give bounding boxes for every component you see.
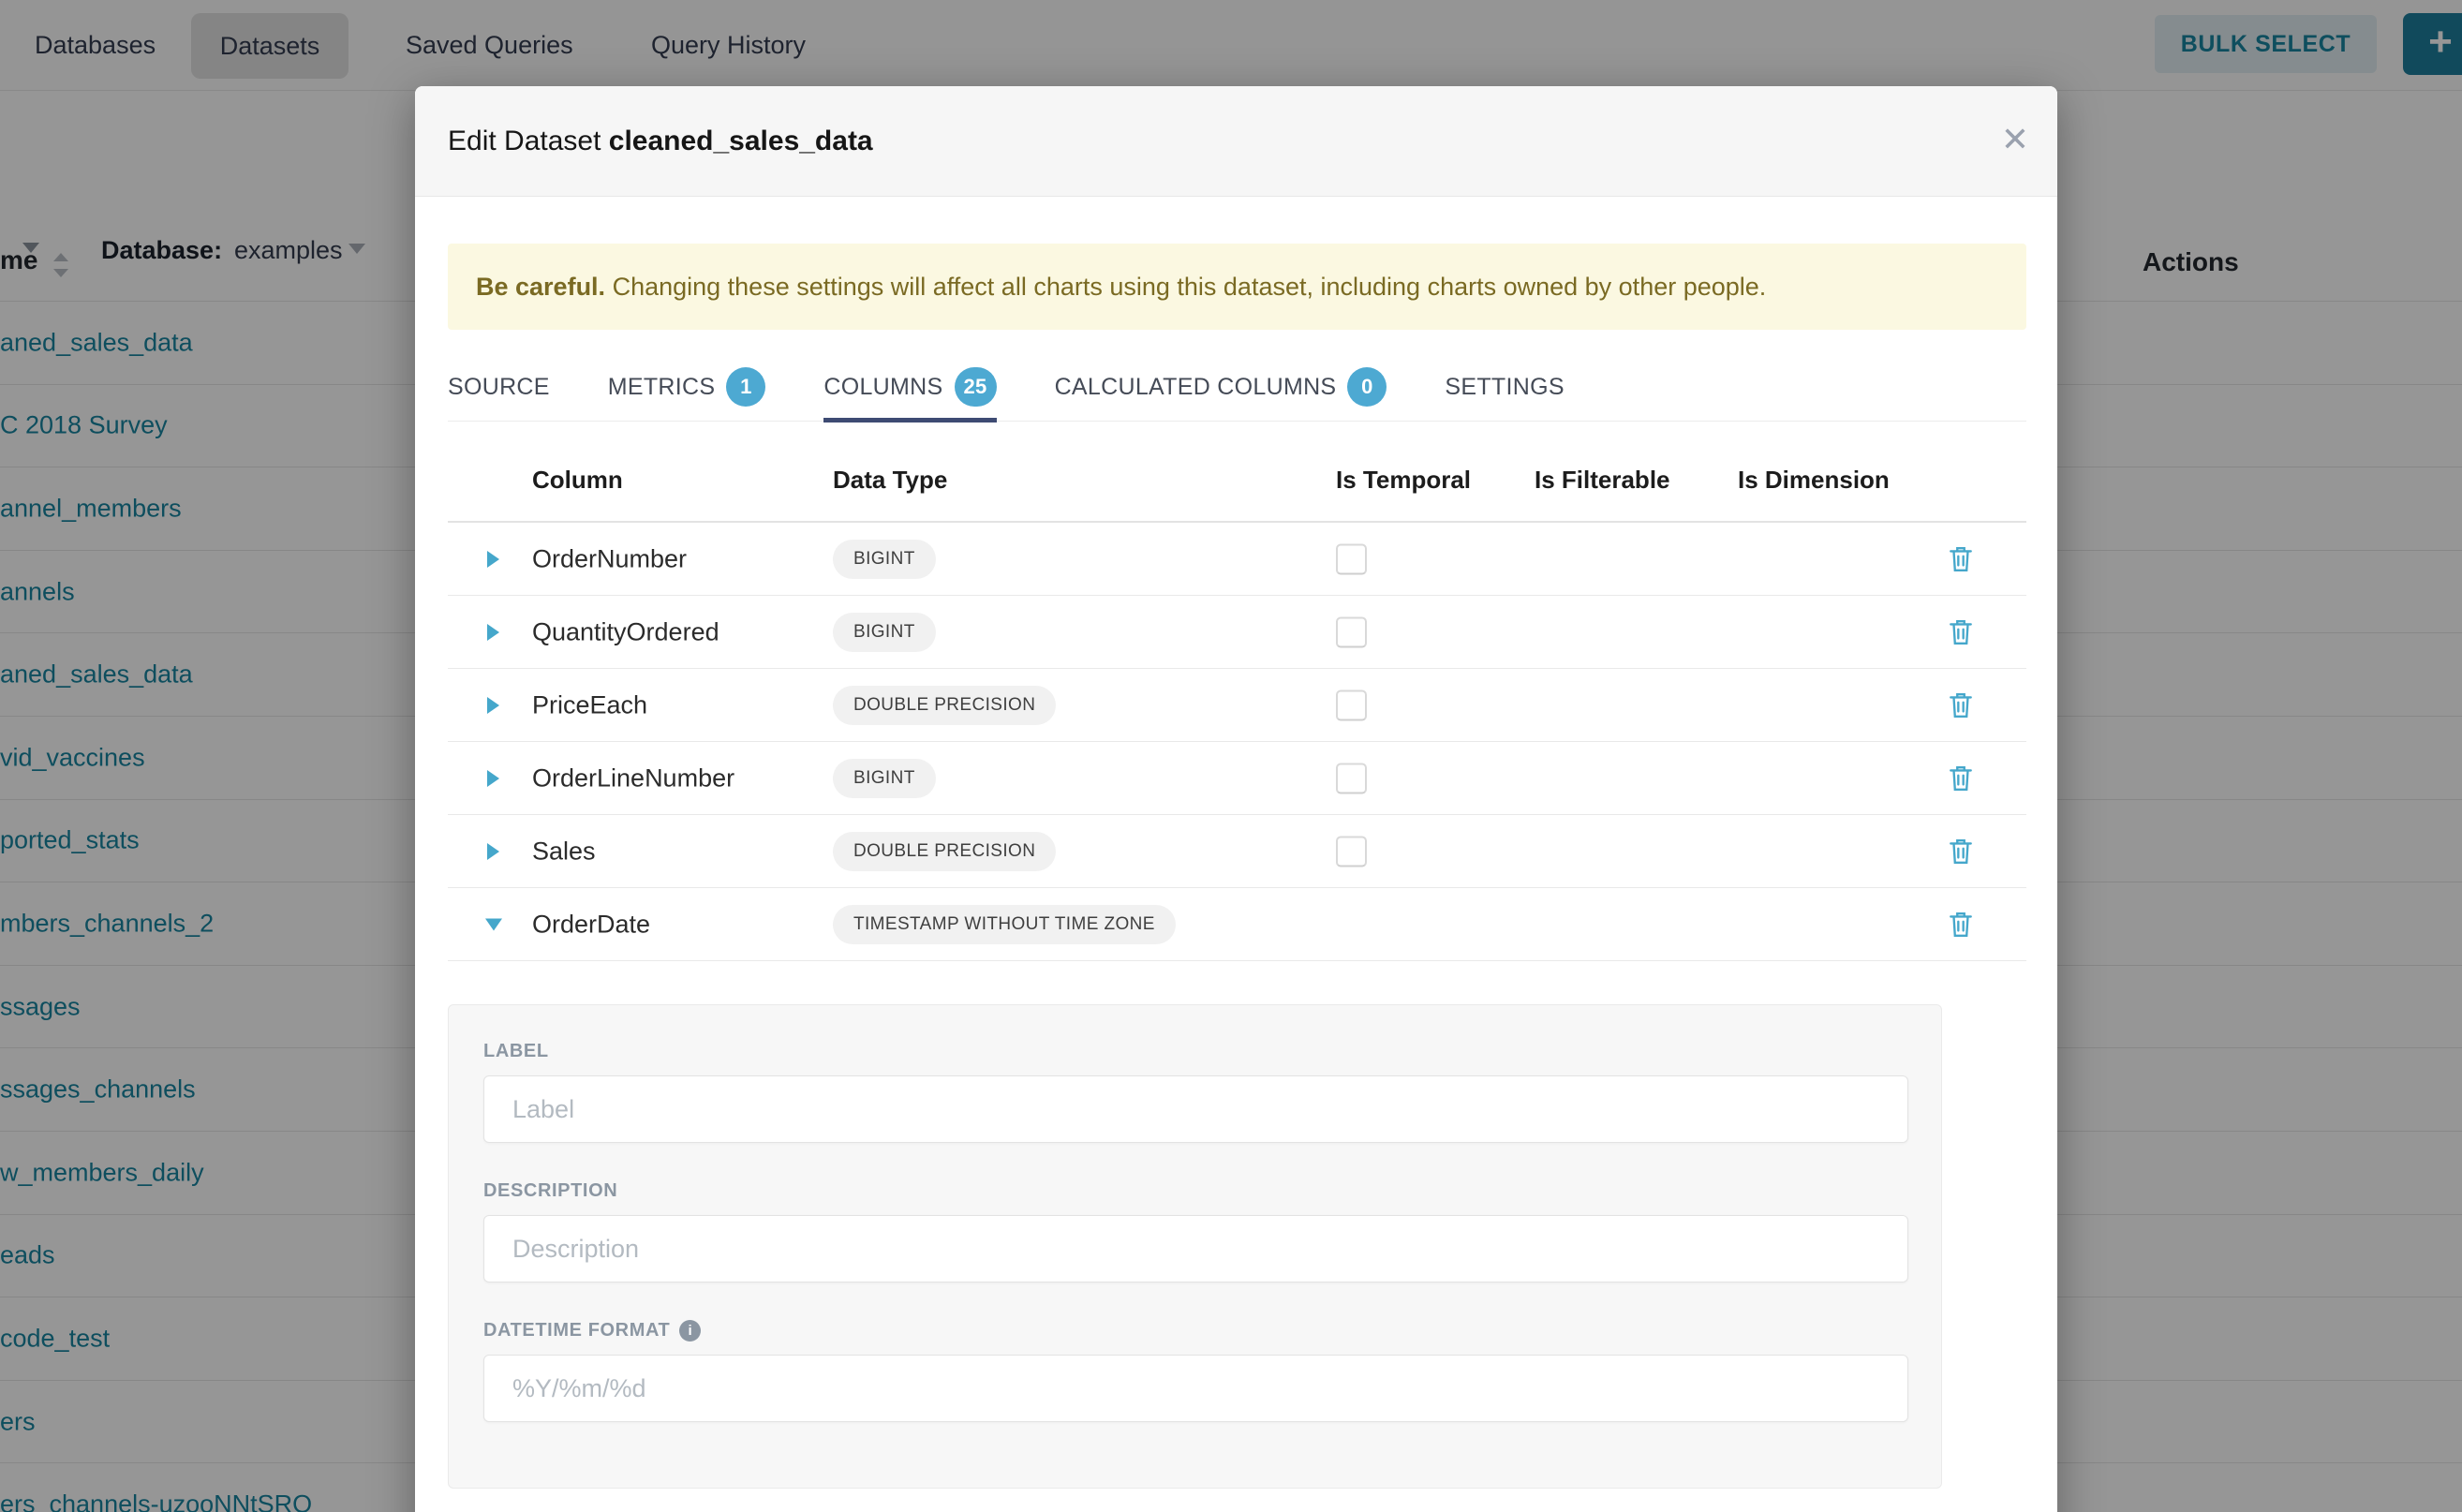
column-name: Sales	[532, 837, 596, 866]
column-row: Sales DOUBLE PRECISION	[448, 815, 2026, 888]
column-name: QuantityOrdered	[532, 617, 719, 646]
column-row-expanded: OrderDate TIMESTAMP WITHOUT TIME ZONE	[448, 888, 2026, 961]
expand-caret-icon[interactable]	[487, 697, 499, 714]
expand-caret-icon[interactable]	[487, 624, 499, 641]
expand-caret-icon[interactable]	[487, 770, 499, 787]
tab-columns[interactable]: COLUMNS 25	[823, 353, 996, 422]
modal-title-dataset: cleaned_sales_data	[609, 126, 873, 156]
modal-header: Edit Dataset cleaned_sales_data ✕	[415, 86, 2057, 197]
warning-bold: Be careful.	[476, 273, 605, 301]
data-type-pill: DOUBLE PRECISION	[833, 686, 1056, 725]
label-text: DESCRIPTION	[483, 1180, 617, 1202]
header-column: Column	[532, 466, 623, 495]
column-name: PriceEach	[532, 690, 647, 719]
is-temporal-checkbox[interactable]	[1336, 616, 1367, 647]
tab-label: SETTINGS	[1445, 374, 1564, 401]
column-row: PriceEach DOUBLE PRECISION	[448, 669, 2026, 742]
is-temporal-checkbox[interactable]	[1336, 543, 1367, 574]
warning-text: Changing these settings will affect all …	[605, 273, 1766, 301]
column-name: OrderDate	[532, 910, 650, 939]
data-type-pill: BIGINT	[833, 759, 936, 798]
collapse-caret-icon[interactable]	[485, 918, 502, 930]
header-is-dimension: Is Dimension	[1738, 466, 1890, 495]
header-data-type: Data Type	[833, 466, 947, 495]
description-input[interactable]	[483, 1215, 1908, 1282]
modal-title-prefix: Edit Dataset	[448, 126, 609, 156]
warning-banner: Be careful. Changing these settings will…	[448, 244, 2026, 330]
tab-label: CALCULATED COLUMNS	[1055, 374, 1337, 401]
data-type-pill: DOUBLE PRECISION	[833, 832, 1056, 871]
tab-source[interactable]: SOURCE	[448, 353, 550, 422]
app-screen: Databases Datasets Saved Queries Query H…	[0, 0, 2462, 1512]
column-row: OrderLineNumber BIGINT	[448, 742, 2026, 815]
column-editor-panel: LABEL DESCRIPTION DATETIME FORMAT i	[448, 1004, 1942, 1489]
modal-tabs: SOURCE METRICS 1 COLUMNS 25 CALCULATED COL…	[448, 353, 2026, 422]
info-icon[interactable]: i	[679, 1320, 701, 1342]
tab-calculated-columns[interactable]: CALCULATED COLUMNS 0	[1055, 353, 1387, 422]
delete-icon[interactable]	[1949, 691, 1973, 719]
tab-settings[interactable]: SETTINGS	[1445, 353, 1564, 422]
tab-label: SOURCE	[448, 374, 550, 401]
column-row: QuantityOrdered BIGINT	[448, 596, 2026, 669]
label-field-label: LABEL	[483, 1041, 1906, 1062]
expand-caret-icon[interactable]	[487, 843, 499, 860]
data-type-pill: BIGINT	[833, 540, 936, 579]
count-badge: 0	[1347, 367, 1387, 407]
columns-table: Column Data Type Is Temporal Is Filterab…	[448, 422, 2026, 961]
modal-title: Edit Dataset cleaned_sales_data	[448, 86, 873, 197]
close-icon[interactable]: ✕	[2001, 86, 2029, 197]
is-temporal-checkbox[interactable]	[1336, 689, 1367, 720]
label-input[interactable]	[483, 1075, 1908, 1143]
expand-caret-icon[interactable]	[487, 551, 499, 568]
delete-icon[interactable]	[1949, 911, 1973, 939]
columns-table-header: Column Data Type Is Temporal Is Filterab…	[448, 422, 2026, 523]
label-text: DATETIME FORMAT	[483, 1320, 670, 1342]
datetime-format-field-label: DATETIME FORMAT i	[483, 1320, 1906, 1342]
description-field-label: DESCRIPTION	[483, 1180, 1906, 1202]
tab-metrics[interactable]: METRICS 1	[608, 353, 766, 422]
column-name: OrderNumber	[532, 544, 687, 573]
delete-icon[interactable]	[1949, 838, 1973, 866]
column-row: OrderNumber BIGINT	[448, 523, 2026, 596]
header-is-temporal: Is Temporal	[1336, 466, 1471, 495]
count-badge: 1	[726, 367, 765, 407]
delete-icon[interactable]	[1949, 764, 1973, 793]
edit-dataset-modal: Edit Dataset cleaned_sales_data ✕ Be car…	[415, 86, 2057, 1512]
header-is-filterable: Is Filterable	[1535, 466, 1670, 495]
data-type-pill: BIGINT	[833, 613, 936, 652]
datetime-format-input[interactable]	[483, 1355, 1908, 1422]
tab-label: METRICS	[608, 374, 716, 401]
count-badge: 25	[955, 367, 997, 407]
delete-icon[interactable]	[1949, 618, 1973, 646]
is-temporal-checkbox[interactable]	[1336, 763, 1367, 793]
delete-icon[interactable]	[1949, 545, 1973, 573]
tab-label: COLUMNS	[823, 374, 942, 401]
column-name: OrderLineNumber	[532, 763, 734, 793]
data-type-pill: TIMESTAMP WITHOUT TIME ZONE	[833, 905, 1176, 944]
label-text: LABEL	[483, 1041, 549, 1062]
is-temporal-checkbox[interactable]	[1336, 836, 1367, 867]
